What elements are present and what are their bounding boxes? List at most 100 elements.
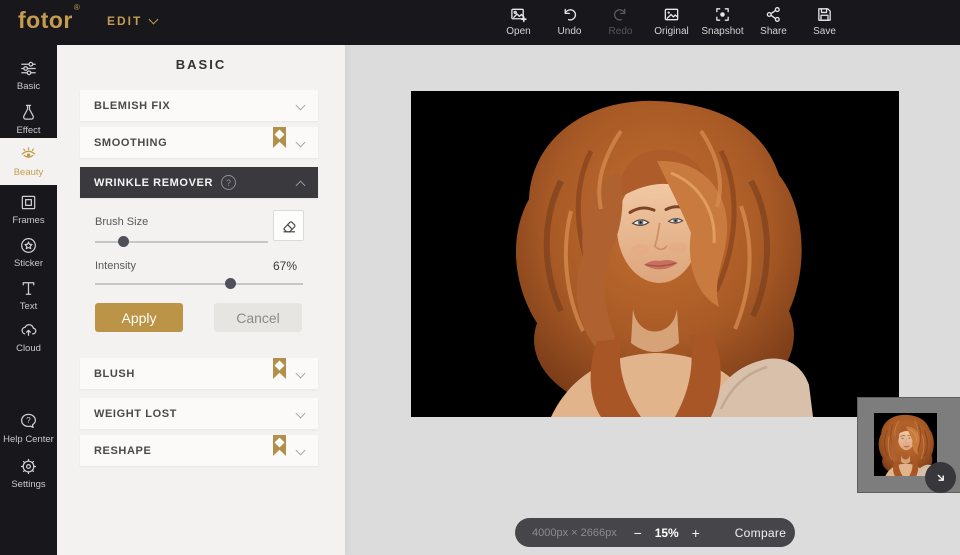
edit-menu-label: EDIT bbox=[107, 14, 142, 28]
intensity-label: Intensity bbox=[95, 260, 136, 272]
sidebar-item-sticker[interactable]: Sticker bbox=[0, 230, 57, 274]
snapshot-label: Snapshot bbox=[701, 26, 743, 37]
text-icon bbox=[19, 279, 38, 298]
frame-icon bbox=[19, 193, 38, 212]
beauty-basic-panel: BASIC BLEMISH FIX SMOOTHING WRINKLE REMO… bbox=[57, 45, 345, 555]
snapshot-button[interactable]: Snapshot bbox=[697, 6, 748, 37]
share-button[interactable]: Share bbox=[748, 6, 799, 37]
question-circle-icon[interactable]: ? bbox=[221, 175, 236, 190]
undo-label: Undo bbox=[558, 26, 582, 37]
gear-icon bbox=[19, 457, 38, 476]
star-sticker-icon bbox=[19, 236, 38, 255]
zoom-out-button[interactable]: − bbox=[629, 525, 647, 541]
original-icon bbox=[663, 6, 680, 23]
cancel-button[interactable]: Cancel bbox=[214, 303, 302, 332]
logo-text: fotor bbox=[18, 7, 73, 33]
brush-size-slider-handle[interactable] bbox=[118, 236, 129, 247]
open-icon bbox=[510, 6, 527, 23]
chevron-down-icon bbox=[296, 409, 306, 419]
sidebar-label-sticker: Sticker bbox=[14, 258, 43, 269]
bookmark-ribbon-icon bbox=[273, 127, 286, 148]
apply-button[interactable]: Apply bbox=[95, 303, 183, 332]
accordion-wrinkle-remover[interactable]: WRINKLE REMOVER ? bbox=[80, 167, 318, 198]
save-button[interactable]: Save bbox=[799, 6, 850, 37]
fotor-logo[interactable]: fotor® bbox=[18, 7, 79, 34]
sidebar-label-frames: Frames bbox=[12, 215, 44, 226]
eraser-tool-button[interactable] bbox=[273, 210, 304, 241]
share-icon bbox=[765, 6, 782, 23]
portrait-image bbox=[411, 91, 899, 417]
registered-mark: ® bbox=[74, 3, 80, 12]
accordion-label: RESHAPE bbox=[94, 445, 151, 457]
chevron-down-icon bbox=[149, 15, 159, 25]
minimize-arrow-icon bbox=[934, 471, 948, 485]
eye-icon bbox=[19, 145, 38, 164]
accordion-weight-lost[interactable]: WEIGHT LOST bbox=[80, 398, 318, 429]
original-button[interactable]: Original bbox=[646, 6, 697, 37]
accordion-blemish-fix[interactable]: BLEMISH FIX bbox=[80, 90, 318, 121]
edit-menu[interactable]: EDIT bbox=[107, 14, 157, 28]
editor-canvas: 4000px × 2666px − 15% + Compare bbox=[345, 45, 960, 555]
sidebar-item-basic[interactable]: Basic bbox=[0, 53, 57, 97]
sliders-icon bbox=[19, 59, 38, 78]
accordion-blush[interactable]: BLUSH bbox=[80, 358, 318, 389]
original-label: Original bbox=[654, 26, 688, 37]
navigator-thumbnail[interactable] bbox=[874, 413, 937, 476]
intensity-slider[interactable] bbox=[95, 283, 303, 285]
intensity-value: 67% bbox=[273, 259, 297, 273]
chevron-up-icon bbox=[296, 181, 306, 191]
bookmark-ribbon-icon bbox=[273, 435, 286, 456]
accordion-label: BLEMISH FIX bbox=[94, 100, 170, 112]
sidebar-item-cloud[interactable]: Cloud bbox=[0, 315, 57, 359]
save-label: Save bbox=[813, 26, 836, 37]
bookmark-ribbon-icon bbox=[273, 358, 286, 379]
sidebar-label-cloud: Cloud bbox=[16, 343, 41, 354]
chevron-down-icon bbox=[296, 101, 306, 111]
brush-size-slider[interactable] bbox=[95, 241, 268, 243]
compare-button[interactable]: Compare bbox=[729, 525, 792, 541]
sidebar-label-text: Text bbox=[20, 301, 37, 312]
sidebar-label-help-center: Help Center bbox=[3, 434, 54, 445]
open-label: Open bbox=[506, 26, 530, 37]
chevron-down-icon bbox=[296, 138, 306, 148]
brush-size-label: Brush Size bbox=[95, 216, 148, 228]
topbar: fotor® EDIT Open Undo Redo Original Snap… bbox=[0, 0, 960, 45]
open-button[interactable]: Open bbox=[493, 6, 544, 37]
accordion-label: WRINKLE REMOVER bbox=[94, 177, 213, 189]
snapshot-icon bbox=[714, 6, 731, 23]
accordion-label: WEIGHT LOST bbox=[94, 408, 177, 420]
share-label: Share bbox=[760, 26, 787, 37]
accordion-reshape[interactable]: RESHAPE bbox=[80, 435, 318, 466]
redo-button[interactable]: Redo bbox=[595, 6, 646, 37]
svg-text:?: ? bbox=[26, 416, 31, 425]
intensity-slider-handle[interactable] bbox=[225, 278, 236, 289]
panel-title: BASIC bbox=[57, 57, 345, 72]
redo-label: Redo bbox=[609, 26, 633, 37]
sidebar-item-settings[interactable]: Settings bbox=[0, 451, 57, 495]
sidebar-label-basic: Basic bbox=[17, 81, 40, 92]
sidebar-item-effect[interactable]: Effect bbox=[0, 97, 57, 141]
top-toolbar: Open Undo Redo Original Snapshot Share S… bbox=[493, 6, 850, 37]
sidebar-label-effect: Effect bbox=[16, 125, 40, 136]
zoom-level: 15% bbox=[651, 526, 683, 540]
navigator-collapse-button[interactable] bbox=[925, 462, 956, 493]
undo-button[interactable]: Undo bbox=[544, 6, 595, 37]
undo-icon bbox=[561, 6, 578, 23]
portrait-thumbnail bbox=[874, 413, 937, 476]
flask-icon bbox=[19, 103, 38, 122]
edited-photo[interactable] bbox=[411, 91, 899, 417]
redo-icon bbox=[612, 6, 629, 23]
left-rail: Basic Effect Beauty Frames Sticker Text … bbox=[0, 45, 57, 555]
sidebar-item-help-center[interactable]: ? Help Center bbox=[0, 406, 57, 450]
sidebar-item-beauty[interactable]: Beauty bbox=[0, 138, 57, 185]
sidebar-item-text[interactable]: Text bbox=[0, 273, 57, 317]
accordion-smoothing[interactable]: SMOOTHING bbox=[80, 127, 318, 158]
zoom-in-button[interactable]: + bbox=[687, 525, 705, 541]
accordion-label: BLUSH bbox=[94, 368, 135, 380]
sidebar-item-frames[interactable]: Frames bbox=[0, 187, 57, 231]
sidebar-label-settings: Settings bbox=[11, 479, 45, 490]
cloud-upload-icon bbox=[19, 321, 38, 340]
save-icon bbox=[816, 6, 833, 23]
image-dimensions: 4000px × 2666px bbox=[532, 527, 617, 539]
help-bubble-icon: ? bbox=[19, 412, 38, 431]
